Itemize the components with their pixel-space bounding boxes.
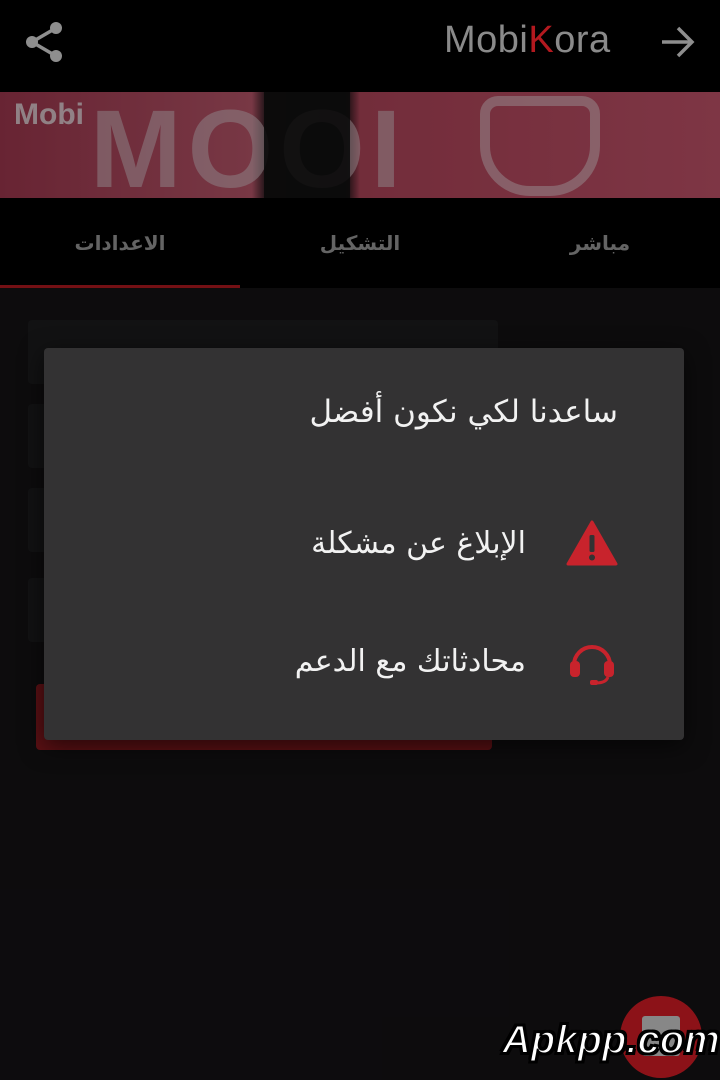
share-button[interactable] — [20, 18, 68, 66]
brand-suffix: ora — [554, 19, 611, 61]
dialog-title: ساعدنا لكي نكون أفضل — [309, 394, 618, 430]
headset-icon — [566, 635, 618, 687]
watermark: Apkpp.com — [501, 1017, 720, 1063]
report-problem-option[interactable]: الإبلاغ عن مشكلة — [198, 508, 618, 578]
app-bar: MobiKora — [0, 0, 720, 92]
brand-highlight: K — [528, 19, 555, 61]
arrow-right-icon — [662, 26, 695, 58]
feedback-dialog: ساعدنا لكي نكون أفضل الإبلاغ عن مشكلة مح… — [44, 348, 684, 740]
back-button[interactable] — [658, 20, 698, 64]
option-label: محادثاتك مع الدعم — [294, 643, 526, 679]
option-label: الإبلاغ عن مشكلة — [311, 525, 526, 561]
support-chat-option[interactable]: محادثاتك مع الدعم — [198, 626, 618, 696]
share-icon — [26, 22, 62, 62]
brand-prefix: Mobi — [444, 19, 529, 61]
app-logo: MobiKora — [444, 18, 611, 62]
warning-icon — [566, 517, 618, 569]
